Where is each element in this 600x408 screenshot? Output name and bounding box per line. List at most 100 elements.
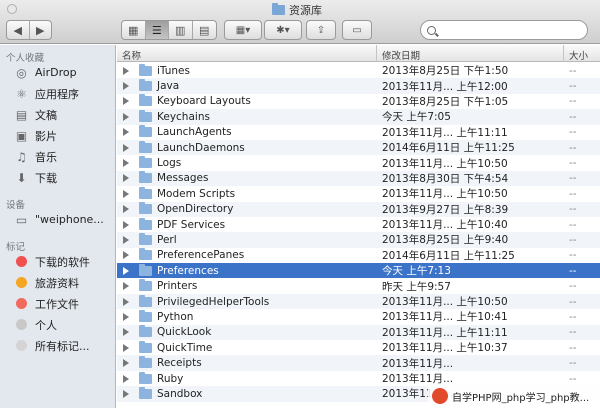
- table-row[interactable]: Logs 2013年11月... 上午10:50 --: [117, 155, 600, 170]
- chevron-left-icon: ◀: [13, 23, 22, 37]
- disclosure-triangle-icon[interactable]: [123, 297, 129, 306]
- table-row[interactable]: OpenDirectory 2013年9月27日 上午8:39 --: [117, 201, 600, 217]
- disclosure-triangle-icon[interactable]: [123, 174, 129, 183]
- disclosure-triangle-icon[interactable]: [123, 266, 129, 275]
- file-size: --: [569, 280, 577, 293]
- close-window-button[interactable]: [7, 4, 17, 14]
- folder-icon: [139, 325, 152, 338]
- date-column-header[interactable]: 修改日期: [382, 48, 420, 62]
- disclosure-triangle-icon[interactable]: [123, 359, 129, 368]
- arrange-button[interactable]: ▦▾: [224, 20, 262, 40]
- file-list: 名称 修改日期 大小 iTunes 2013年8月25日 下午1:50 -- Java…: [117, 45, 600, 408]
- file-date: 2013年11月... 上午10:50: [382, 296, 508, 309]
- table-row[interactable]: PDF Services 2013年11月... 上午10:40 --: [117, 217, 600, 232]
- search-field[interactable]: [420, 20, 588, 40]
- file-date: 2013年11月... 上午10:50: [382, 188, 508, 201]
- disclosure-triangle-icon[interactable]: [123, 82, 129, 91]
- disclosure-triangle-icon[interactable]: [123, 97, 129, 106]
- sidebar-item-all-tags[interactable]: 所有标记...: [0, 335, 115, 356]
- disclosure-triangle-icon[interactable]: [123, 251, 129, 260]
- sidebar-item-documents[interactable]: ▤ 文稿: [0, 104, 115, 125]
- search-input[interactable]: [440, 24, 580, 36]
- table-row[interactable]: QuickTime 2013年11月... 上午10:37 --: [117, 340, 600, 355]
- disclosure-triangle-icon[interactable]: [123, 235, 129, 244]
- table-row[interactable]: LaunchAgents 2013年11月... 上午11:11 --: [117, 125, 600, 140]
- site-logo-icon: [432, 388, 448, 404]
- table-row[interactable]: Python 2013年11月... 上午10:41 --: [117, 309, 600, 324]
- file-name: PrivilegedHelperTools: [157, 295, 270, 308]
- table-row[interactable]: Messages 2013年8月30日 下午4:54 --: [117, 170, 600, 187]
- sidebar-item-tag[interactable]: 旅游资料: [0, 272, 115, 293]
- action-button[interactable]: ✱▾: [264, 20, 302, 40]
- table-row[interactable]: Java 2013年11月... 上午12:00 --: [117, 78, 600, 94]
- table-row[interactable]: Printers 昨天 上午9:57 --: [117, 278, 600, 293]
- table-row[interactable]: Preferences 今天 上午7:13 --: [117, 263, 600, 279]
- folder-icon: [139, 63, 152, 76]
- file-size: --: [569, 264, 577, 277]
- disclosure-triangle-icon[interactable]: [123, 374, 129, 383]
- file-date: 2013年11月... 上午10:37: [382, 342, 508, 355]
- file-date: 2013年11月... 上午10:40: [382, 219, 508, 232]
- coverflow-view-button[interactable]: ▤: [193, 21, 216, 39]
- file-size: --: [569, 110, 577, 123]
- disclosure-triangle-icon[interactable]: [123, 205, 129, 214]
- file-name: Logs: [157, 157, 182, 170]
- disclosure-triangle-icon[interactable]: [123, 159, 129, 168]
- sidebar-item-label: 应用程序: [35, 87, 79, 101]
- column-view-button[interactable]: ▥: [169, 21, 193, 39]
- tags-button[interactable]: ▭: [342, 20, 372, 40]
- table-row[interactable]: QuickLook 2013年11月... 上午11:11 --: [117, 324, 600, 341]
- disclosure-triangle-icon[interactable]: [123, 112, 129, 121]
- disclosure-triangle-icon[interactable]: [123, 189, 129, 198]
- share-icon: ⇪: [316, 24, 326, 36]
- disclosure-triangle-icon[interactable]: [123, 312, 129, 321]
- table-row[interactable]: PrivilegedHelperTools 2013年11月... 上午10:50…: [117, 293, 600, 310]
- sidebar-item-tag[interactable]: 工作文件: [0, 293, 115, 314]
- sidebar-item-device[interactable]: ▭ "weiphone...: [0, 209, 115, 230]
- sidebar-item-label: 影片: [35, 129, 57, 143]
- file-name: Keyboard Layouts: [157, 95, 251, 108]
- sidebar-item-label: "weiphone...: [35, 213, 104, 226]
- table-row[interactable]: Perl 2013年8月25日 上午9:40 --: [117, 232, 600, 248]
- disclosure-triangle-icon[interactable]: [123, 143, 129, 152]
- list-view-button[interactable]: ☰: [145, 21, 169, 39]
- table-row[interactable]: Receipts 2013年11月... --: [117, 355, 600, 371]
- table-row[interactable]: PreferencePanes 2014年6月11日 上午11:25 --: [117, 248, 600, 263]
- sidebar-item-applications[interactable]: ⚛ 应用程序: [0, 83, 115, 104]
- table-row[interactable]: Modem Scripts 2013年11月... 上午10:50 --: [117, 186, 600, 201]
- file-date: 2013年8月25日 上午9:40: [382, 234, 509, 247]
- disclosure-triangle-icon[interactable]: [123, 66, 129, 75]
- disclosure-triangle-icon[interactable]: [123, 389, 129, 398]
- file-date: 今天 上午7:13: [382, 265, 451, 278]
- movies-icon: ▣: [15, 128, 28, 143]
- file-date: 2013年11月... 上午11:11: [382, 126, 508, 139]
- gray-tag-icon: [16, 340, 27, 351]
- sidebar-item-tag[interactable]: 下载的软件: [0, 251, 115, 272]
- disclosure-triangle-icon[interactable]: [123, 128, 129, 137]
- sidebar-item-tag[interactable]: 个人: [0, 314, 115, 335]
- name-column-header[interactable]: 名称: [122, 48, 141, 62]
- sidebar-item-label: 个人: [35, 318, 57, 332]
- table-row[interactable]: Keyboard Layouts 2013年8月25日 下午1:05 --: [117, 94, 600, 109]
- share-button[interactable]: ⇪: [306, 20, 336, 40]
- forward-button[interactable]: ▶: [30, 21, 52, 39]
- disclosure-triangle-icon[interactable]: [123, 220, 129, 229]
- file-size: --: [569, 64, 577, 77]
- disclosure-triangle-icon[interactable]: [123, 343, 129, 352]
- downloads-icon: ⬇: [16, 170, 27, 185]
- file-size: --: [569, 157, 577, 170]
- icon-view-button[interactable]: ▦: [122, 21, 146, 39]
- table-row[interactable]: iTunes 2013年8月25日 下午1:50 --: [117, 63, 600, 78]
- size-column-header[interactable]: 大小: [569, 48, 588, 62]
- table-row[interactable]: Keychains 今天 上午7:05 --: [117, 109, 600, 125]
- disclosure-triangle-icon[interactable]: [123, 282, 129, 291]
- table-row[interactable]: LaunchDaemons 2014年6月11日 上午11:25 --: [117, 139, 600, 156]
- disclosure-triangle-icon[interactable]: [123, 328, 129, 337]
- file-name: Modem Scripts: [157, 187, 236, 200]
- sidebar-item-movies[interactable]: ▣ 影片: [0, 125, 115, 146]
- file-name: PreferencePanes: [157, 249, 245, 262]
- sidebar-item-music[interactable]: ♫ 音乐: [0, 146, 115, 167]
- sidebar-item-airdrop[interactable]: ◎ AirDrop: [0, 62, 115, 83]
- sidebar-item-downloads[interactable]: ⬇ 下载: [0, 167, 115, 188]
- back-button[interactable]: ◀: [7, 21, 30, 39]
